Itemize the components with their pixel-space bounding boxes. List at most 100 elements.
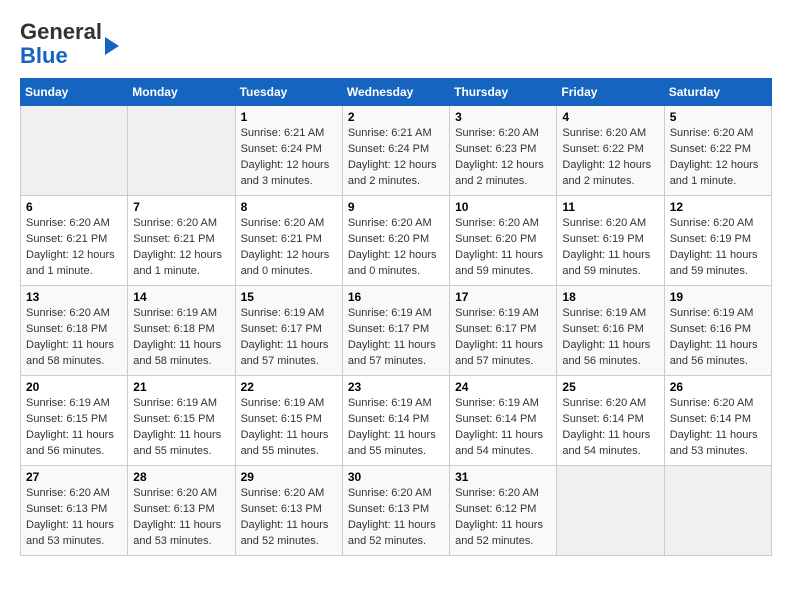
day-info: Sunrise: 6:20 AM Sunset: 6:14 PM Dayligh…	[562, 396, 658, 460]
day-number: 19	[670, 290, 766, 304]
calendar-cell: 9 Sunrise: 6:20 AM Sunset: 6:20 PM Daylig…	[342, 196, 449, 286]
day-number: 16	[348, 290, 444, 304]
calendar-cell: 31 Sunrise: 6:20 AM Sunset: 6:12 PM Dayli…	[450, 466, 557, 556]
day-info: Sunrise: 6:21 AM Sunset: 6:24 PM Dayligh…	[348, 126, 444, 190]
day-header-monday: Monday	[128, 79, 235, 106]
calendar-cell: 7 Sunrise: 6:20 AM Sunset: 6:21 PM Daylig…	[128, 196, 235, 286]
calendar-cell: 28 Sunrise: 6:20 AM Sunset: 6:13 PM Dayli…	[128, 466, 235, 556]
day-info: Sunrise: 6:20 AM Sunset: 6:13 PM Dayligh…	[241, 486, 337, 550]
logo-arrow-icon	[105, 37, 119, 55]
day-number: 6	[26, 200, 122, 214]
day-info: Sunrise: 6:19 AM Sunset: 6:14 PM Dayligh…	[455, 396, 551, 460]
day-number: 27	[26, 470, 122, 484]
day-header-tuesday: Tuesday	[235, 79, 342, 106]
calendar-cell: 20Sunrise: 6:19 AM Sunset: 6:15 PM Dayli…	[21, 376, 128, 466]
day-info: Sunrise: 6:20 AM Sunset: 6:20 PM Dayligh…	[348, 216, 444, 280]
day-number: 9	[348, 200, 444, 214]
calendar-cell	[128, 106, 235, 196]
day-number: 14	[133, 290, 229, 304]
calendar-table: SundayMondayTuesdayWednesdayThursdayFrid…	[20, 78, 772, 556]
day-info: Sunrise: 6:21 AM Sunset: 6:24 PM Dayligh…	[241, 126, 337, 190]
day-info: Sunrise: 6:20 AM Sunset: 6:21 PM Dayligh…	[133, 216, 229, 280]
day-info: Sunrise: 6:20 AM Sunset: 6:14 PM Dayligh…	[670, 396, 766, 460]
day-number: 15	[241, 290, 337, 304]
calendar-cell: 4Sunrise: 6:20 AM Sunset: 6:22 PM Daylig…	[557, 106, 664, 196]
day-number: 1	[241, 110, 337, 124]
day-info: Sunrise: 6:19 AM Sunset: 6:15 PM Dayligh…	[133, 396, 229, 460]
day-header-thursday: Thursday	[450, 79, 557, 106]
day-header-saturday: Saturday	[664, 79, 771, 106]
calendar-week-1: 1 Sunrise: 6:21 AM Sunset: 6:24 PM Daylig…	[21, 106, 772, 196]
logo-blue: Blue	[20, 43, 68, 68]
day-number: 31	[455, 470, 551, 484]
day-info: Sunrise: 6:20 AM Sunset: 6:12 PM Dayligh…	[455, 486, 551, 550]
day-info: Sunrise: 6:20 AM Sunset: 6:19 PM Dayligh…	[670, 216, 766, 280]
calendar-cell: 1 Sunrise: 6:21 AM Sunset: 6:24 PM Daylig…	[235, 106, 342, 196]
day-number: 10	[455, 200, 551, 214]
day-number: 24	[455, 380, 551, 394]
calendar-cell: 16 Sunrise: 6:19 AM Sunset: 6:17 PM Dayli…	[342, 286, 449, 376]
calendar-cell: 21Sunrise: 6:19 AM Sunset: 6:15 PM Dayli…	[128, 376, 235, 466]
day-info: Sunrise: 6:20 AM Sunset: 6:19 PM Dayligh…	[562, 216, 658, 280]
calendar-cell: 11Sunrise: 6:20 AM Sunset: 6:19 PM Dayli…	[557, 196, 664, 286]
day-info: Sunrise: 6:20 AM Sunset: 6:13 PM Dayligh…	[133, 486, 229, 550]
day-number: 7	[133, 200, 229, 214]
calendar-body: 1 Sunrise: 6:21 AM Sunset: 6:24 PM Daylig…	[21, 106, 772, 556]
day-number: 17	[455, 290, 551, 304]
day-info: Sunrise: 6:20 AM Sunset: 6:23 PM Dayligh…	[455, 126, 551, 190]
day-number: 12	[670, 200, 766, 214]
day-number: 4	[562, 110, 658, 124]
day-header-friday: Friday	[557, 79, 664, 106]
day-number: 18	[562, 290, 658, 304]
calendar-week-5: 27 Sunrise: 6:20 AM Sunset: 6:13 PM Dayli…	[21, 466, 772, 556]
day-info: Sunrise: 6:20 AM Sunset: 6:21 PM Dayligh…	[241, 216, 337, 280]
calendar-cell: 13 Sunrise: 6:20 AM Sunset: 6:18 PM Dayli…	[21, 286, 128, 376]
day-info: Sunrise: 6:19 AM Sunset: 6:18 PM Dayligh…	[133, 306, 229, 370]
calendar-cell: 29 Sunrise: 6:20 AM Sunset: 6:13 PM Dayli…	[235, 466, 342, 556]
calendar-cell	[21, 106, 128, 196]
day-number: 28	[133, 470, 229, 484]
calendar-cell	[664, 466, 771, 556]
calendar-cell: 30Sunrise: 6:20 AM Sunset: 6:13 PM Dayli…	[342, 466, 449, 556]
calendar-cell: 15 Sunrise: 6:19 AM Sunset: 6:17 PM Dayli…	[235, 286, 342, 376]
calendar-week-4: 20Sunrise: 6:19 AM Sunset: 6:15 PM Dayli…	[21, 376, 772, 466]
calendar-cell: 27Sunrise: 6:20 AM Sunset: 6:13 PM Dayli…	[21, 466, 128, 556]
day-number: 8	[241, 200, 337, 214]
day-number: 3	[455, 110, 551, 124]
day-number: 26	[670, 380, 766, 394]
day-number: 23	[348, 380, 444, 394]
calendar-week-2: 6 Sunrise: 6:20 AM Sunset: 6:21 PM Daylig…	[21, 196, 772, 286]
calendar-cell: 26 Sunrise: 6:20 AM Sunset: 6:14 PM Dayli…	[664, 376, 771, 466]
logo: General Blue	[20, 20, 119, 68]
day-info: Sunrise: 6:20 AM Sunset: 6:18 PM Dayligh…	[26, 306, 122, 370]
day-number: 30	[348, 470, 444, 484]
day-info: Sunrise: 6:20 AM Sunset: 6:22 PM Dayligh…	[670, 126, 766, 190]
calendar-header: SundayMondayTuesdayWednesdayThursdayFrid…	[21, 79, 772, 106]
day-info: Sunrise: 6:19 AM Sunset: 6:15 PM Dayligh…	[241, 396, 337, 460]
calendar-cell: 22 Sunrise: 6:19 AM Sunset: 6:15 PM Dayli…	[235, 376, 342, 466]
day-number: 5	[670, 110, 766, 124]
calendar-cell: 19 Sunrise: 6:19 AM Sunset: 6:16 PM Dayli…	[664, 286, 771, 376]
day-number: 25	[562, 380, 658, 394]
day-info: Sunrise: 6:19 AM Sunset: 6:16 PM Dayligh…	[670, 306, 766, 370]
calendar-cell: 23 Sunrise: 6:19 AM Sunset: 6:14 PM Dayli…	[342, 376, 449, 466]
day-number: 22	[241, 380, 337, 394]
day-info: Sunrise: 6:19 AM Sunset: 6:16 PM Dayligh…	[562, 306, 658, 370]
calendar-cell: 25 Sunrise: 6:20 AM Sunset: 6:14 PM Dayli…	[557, 376, 664, 466]
day-info: Sunrise: 6:19 AM Sunset: 6:14 PM Dayligh…	[348, 396, 444, 460]
calendar-cell: 17Sunrise: 6:19 AM Sunset: 6:17 PM Dayli…	[450, 286, 557, 376]
calendar-cell: 3 Sunrise: 6:20 AM Sunset: 6:23 PM Daylig…	[450, 106, 557, 196]
day-info: Sunrise: 6:19 AM Sunset: 6:15 PM Dayligh…	[26, 396, 122, 460]
day-number: 13	[26, 290, 122, 304]
day-info: Sunrise: 6:19 AM Sunset: 6:17 PM Dayligh…	[348, 306, 444, 370]
day-header-sunday: Sunday	[21, 79, 128, 106]
calendar-cell: 12 Sunrise: 6:20 AM Sunset: 6:19 PM Dayli…	[664, 196, 771, 286]
calendar-cell: 6Sunrise: 6:20 AM Sunset: 6:21 PM Daylig…	[21, 196, 128, 286]
day-info: Sunrise: 6:20 AM Sunset: 6:20 PM Dayligh…	[455, 216, 551, 280]
day-number: 29	[241, 470, 337, 484]
calendar-cell	[557, 466, 664, 556]
day-info: Sunrise: 6:19 AM Sunset: 6:17 PM Dayligh…	[241, 306, 337, 370]
page-header: General Blue	[20, 20, 772, 68]
logo-general: General	[20, 19, 102, 44]
calendar-cell: 14 Sunrise: 6:19 AM Sunset: 6:18 PM Dayli…	[128, 286, 235, 376]
